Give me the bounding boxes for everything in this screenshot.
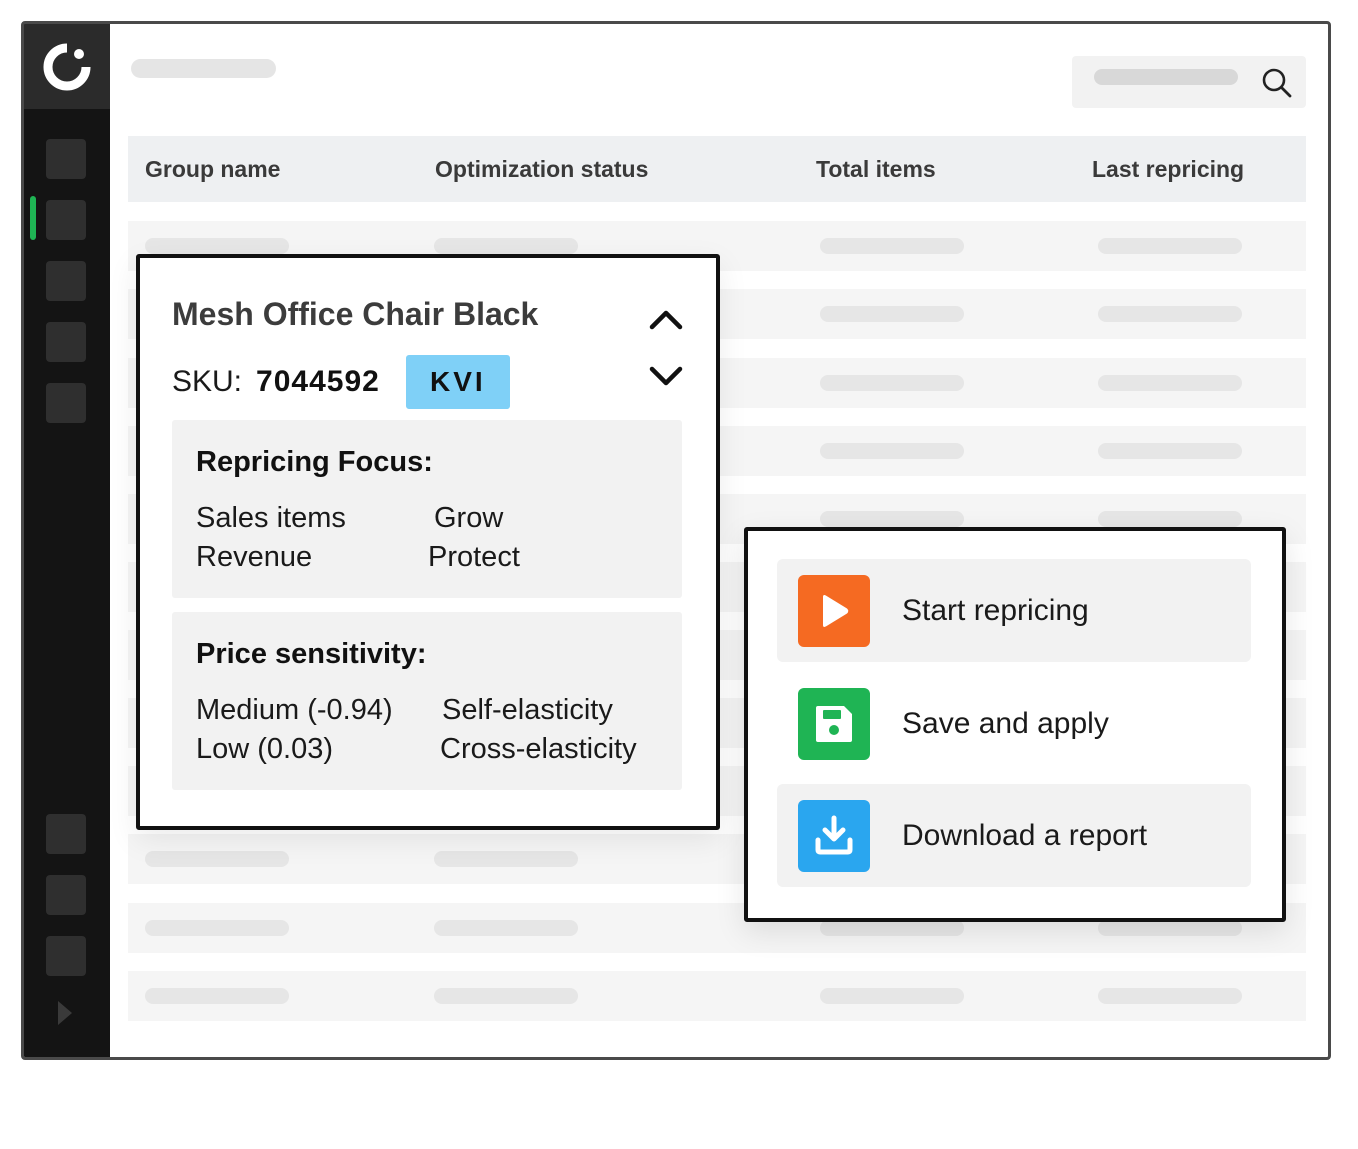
sidebar-item-6[interactable] [46,814,86,854]
repricing-goal: Protect [428,541,520,573]
download-icon [798,799,870,872]
repricing-focus-panel: Repricing Focus: Sales items Grow Revenu… [172,420,682,598]
search-icon[interactable] [1260,66,1294,100]
download-report-label: Download a report [902,818,1148,852]
chevron-down-icon [649,366,683,386]
sidebar-item-7[interactable] [46,875,86,915]
sidebar-item-8[interactable] [46,936,86,976]
sidebar-item-2[interactable] [46,200,86,240]
repricing-goal: Grow [434,502,504,534]
save-icon [798,687,870,760]
start-repricing-button[interactable]: Start repricing [777,559,1251,662]
repricing-metric: Revenue [196,541,313,573]
column-header-total-items[interactable]: Total items [816,136,936,202]
column-header-optimization-status[interactable]: Optimization status [435,136,648,202]
product-detail-card: Mesh Office Chair Black SKU: 7044592 KVI… [136,254,720,830]
sensitivity-value: Low (0.03) [196,733,334,765]
sku-value: 7044592 [256,365,380,398]
sidebar-item-3[interactable] [46,261,86,301]
start-repricing-label: Start repricing [902,593,1089,627]
table-row[interactable] [128,971,1306,1021]
sidebar-item-4[interactable] [46,322,86,362]
sensitivity-value: Medium (-0.94) [196,694,393,726]
sku-label: SKU: [172,365,243,398]
price-sensitivity-panel: Price sensitivity: Medium (-0.94) Self-e… [172,612,682,790]
sidebar-item-5[interactable] [46,383,86,423]
save-and-apply-label: Save and apply [902,706,1109,740]
kvi-badge: KVI [405,355,510,409]
column-header-last-repricing[interactable]: Last repricing [1092,136,1244,202]
search-bar[interactable] [1072,56,1306,108]
download-report-button[interactable]: Download a report [777,784,1251,887]
expand-sidebar-icon[interactable] [56,999,74,1027]
logo-icon [43,43,91,90]
page-title-placeholder [131,59,276,78]
search-placeholder [1094,69,1238,85]
repricing-focus-title: Repricing Focus: [196,446,433,478]
save-and-apply-button[interactable]: Save and apply [777,672,1251,775]
chevron-up-icon [649,310,683,330]
sensitivity-type: Cross-elasticity [440,733,637,765]
table-header: Group name Optimization status Total ite… [128,136,1306,202]
product-name: Mesh Office Chair Black [172,296,539,332]
repricing-metric: Sales items [196,502,346,534]
actions-menu: Start repricing Save and apply Download … [744,527,1286,922]
price-sensitivity-title: Price sensitivity: [196,638,427,670]
next-item-button[interactable] [648,362,684,392]
sidebar [24,24,110,1057]
column-header-group-name[interactable]: Group name [145,136,280,202]
sku-row: SKU: 7044592 KVI [172,355,510,409]
logo[interactable] [24,24,110,109]
play-icon [798,574,870,647]
active-nav-indicator [30,196,36,240]
previous-item-button[interactable] [648,304,684,334]
sidebar-item-1[interactable] [46,139,86,179]
sensitivity-type: Self-elasticity [442,694,613,726]
